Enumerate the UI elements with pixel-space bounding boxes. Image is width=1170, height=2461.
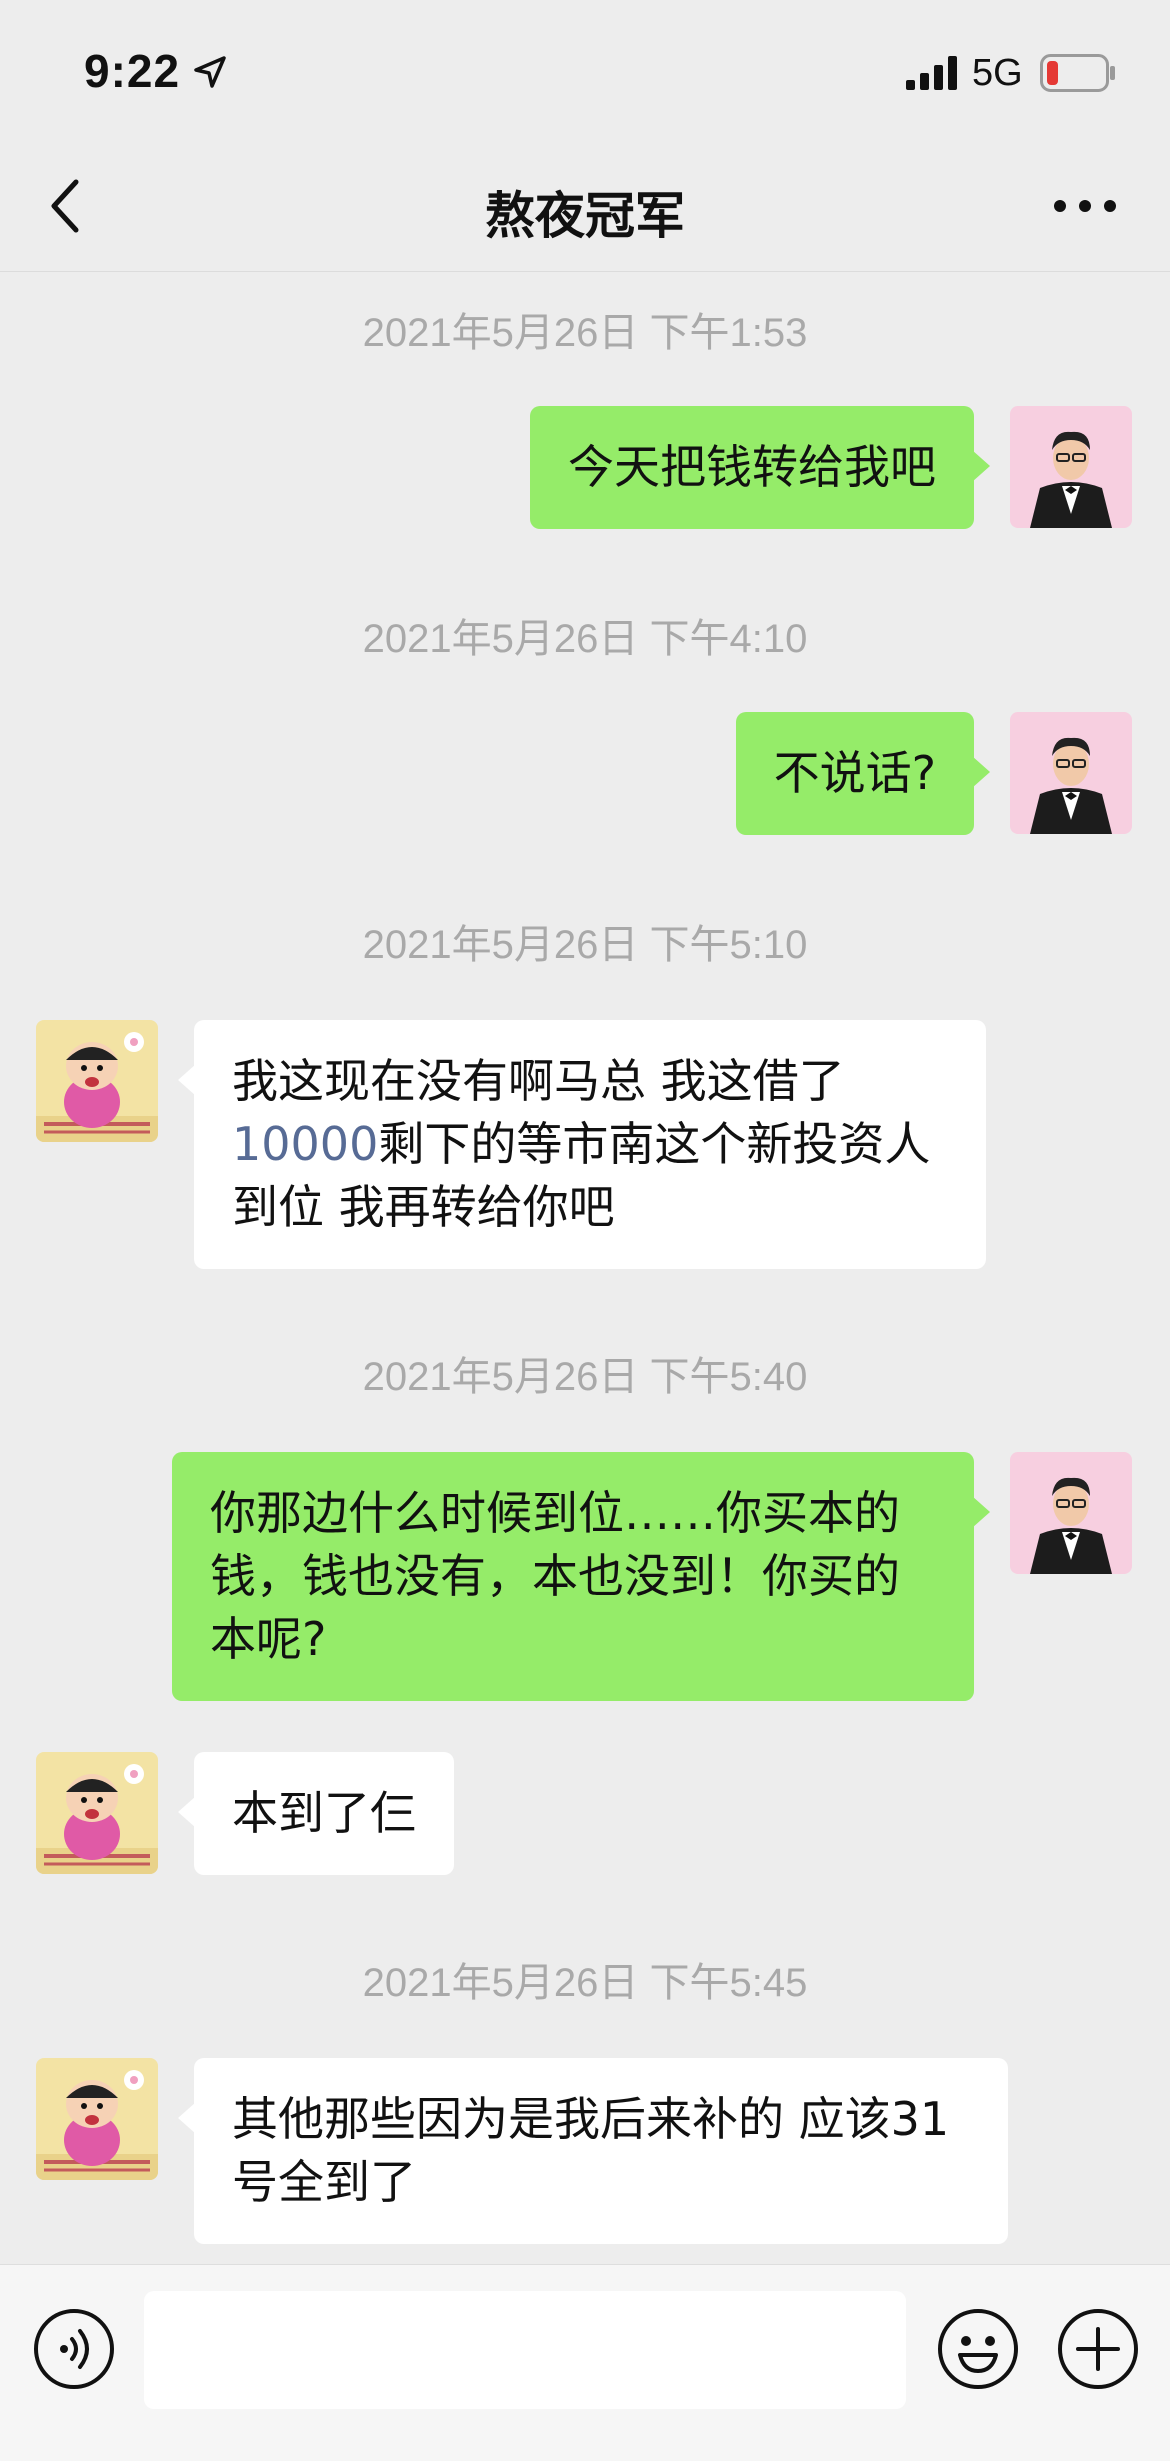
- cartoon-boy-avatar-icon: [36, 1752, 158, 1874]
- message-input[interactable]: [144, 2291, 906, 2409]
- contact-avatar[interactable]: [36, 2058, 158, 2180]
- message-timestamp: 2021年5月26日 下午5:40: [362, 1355, 808, 1399]
- cartoon-boy-avatar-icon: [36, 2058, 158, 2180]
- sent-message-bubble[interactable]: 你那边什么时候到位……你买本的钱，钱也没有，本也没到！你买的本呢?: [172, 1452, 990, 1701]
- voice-icon[interactable]: [32, 2307, 116, 2391]
- my-avatar[interactable]: [1010, 1452, 1132, 1574]
- contact-avatar[interactable]: [36, 1020, 158, 1142]
- more-dots-icon[interactable]: [1052, 192, 1118, 220]
- cartoon-boy-avatar-icon: [36, 1020, 158, 1142]
- battery-low-icon: [1040, 54, 1115, 92]
- detected-number-link[interactable]: 10000: [232, 1117, 378, 1171]
- nav-bar: 熬夜冠军: [0, 140, 1170, 272]
- sent-message-bubble[interactable]: 不说话?: [735, 712, 991, 835]
- message-text: 我这现在没有啊马总 我这借了: [232, 1054, 845, 1108]
- signal-bars-icon: [906, 56, 957, 90]
- man-in-suit-avatar-icon: [1010, 712, 1132, 834]
- input-bar: [0, 2264, 1170, 2461]
- received-message-bubble[interactable]: 其他那些因为是我后来补的 应该31号全到了: [178, 2058, 1008, 2244]
- status-bar: 9:22 5G: [0, 0, 1170, 140]
- my-avatar[interactable]: [1010, 712, 1132, 834]
- received-message-bubble[interactable]: 我这现在没有啊马总 我这借了10000剩下的等市南这个新投资人到位 我再转给你吧: [178, 1020, 986, 1269]
- message-timestamp: 2021年5月26日 下午5:10: [362, 923, 808, 967]
- plus-icon[interactable]: [1056, 2307, 1140, 2391]
- chat-title: 熬夜冠军: [485, 187, 685, 245]
- man-in-suit-avatar-icon: [1010, 406, 1132, 528]
- man-in-suit-avatar-icon: [1010, 1452, 1132, 1574]
- network-label: 5G: [972, 52, 1023, 94]
- contact-avatar[interactable]: [36, 1752, 158, 1874]
- emoji-icon[interactable]: [936, 2307, 1020, 2391]
- received-message-bubble[interactable]: 本到了仨: [178, 1752, 454, 1875]
- status-time: 9:22: [84, 45, 181, 97]
- chat-screen: 9:22 5G 熬夜冠军 2021年5月26日 下午1:53 今天把钱转给我吧 …: [0, 0, 1170, 2461]
- sent-message-bubble[interactable]: 今天把钱转给我吧: [530, 406, 990, 529]
- message-timestamp: 2021年5月26日 下午5:45: [362, 1961, 808, 2005]
- my-avatar[interactable]: [1010, 406, 1132, 528]
- location-arrow-icon: [194, 56, 226, 88]
- message-timestamp: 2021年5月26日 下午4:10: [362, 617, 808, 661]
- message-timestamp: 2021年5月26日 下午1:53: [362, 311, 808, 355]
